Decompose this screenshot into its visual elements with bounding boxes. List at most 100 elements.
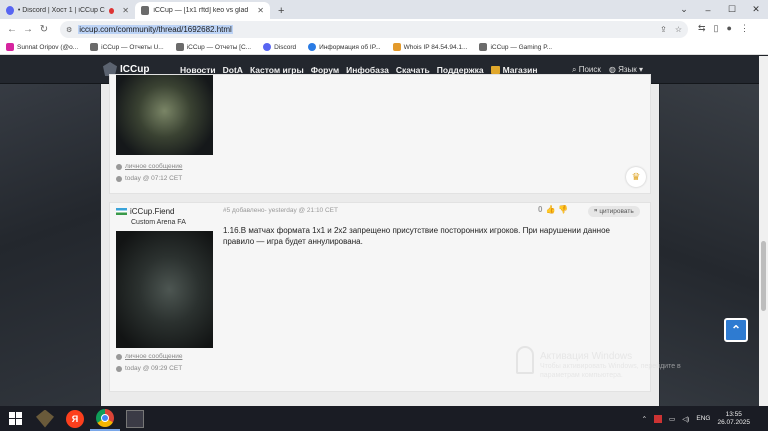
watermark-title: Активация Windows bbox=[540, 351, 633, 362]
star-icon[interactable]: ☆ bbox=[675, 25, 682, 34]
browser-tab-bar: • Discord | Хост 1 | iCCup Cu ✕ iCCup — … bbox=[0, 0, 768, 19]
volume-icon[interactable]: ◁) bbox=[682, 415, 689, 423]
quote-button[interactable]: ❞ цитировать bbox=[588, 206, 640, 217]
warcraft-icon bbox=[36, 409, 54, 428]
website-viewport: ICCup Новости DotA Кастом игры Форум Инф… bbox=[0, 56, 768, 406]
profile-icon[interactable]: ● bbox=[727, 23, 732, 34]
bookmark-icon bbox=[392, 43, 401, 51]
bookmark-label: Sunnat Oripov (@o... bbox=[17, 43, 79, 51]
post-info: #5 добавлено- yesterday @ 21:10 СЕТ bbox=[223, 207, 338, 214]
iccup-icon bbox=[90, 43, 99, 51]
bookmark-item[interactable]: iCCup — Отчеты U... bbox=[90, 43, 164, 51]
bookmark-item[interactable]: Информация об IP... bbox=[308, 43, 381, 51]
site-info-icon[interactable]: ⚙ bbox=[66, 26, 72, 34]
iccup-icon bbox=[479, 43, 488, 51]
scroll-to-top-button[interactable]: ⌃ bbox=[724, 318, 748, 342]
scrollbar-thumb[interactable] bbox=[761, 241, 766, 311]
pm-label: личное сообщение bbox=[125, 353, 183, 360]
yandex-icon: Я bbox=[66, 409, 84, 428]
recording-icon bbox=[109, 7, 115, 14]
chrome-icon bbox=[96, 408, 114, 427]
discord-icon bbox=[6, 6, 14, 15]
user-title: Custom Arena FA bbox=[131, 219, 186, 226]
clock[interactable]: 13:55 26.07.2025 bbox=[717, 411, 750, 427]
time-label: today @ 07:12 СЕТ bbox=[125, 175, 183, 182]
thumbs-down-icon[interactable]: 👎 bbox=[558, 205, 568, 214]
taskbar-app-yandex[interactable]: Я bbox=[60, 406, 90, 431]
page-scrollbar[interactable] bbox=[759, 56, 768, 406]
reload-icon[interactable]: ↻ bbox=[36, 24, 52, 35]
system-tray: ⌃ ▭ ◁) ENG 13:55 26.07.2025 bbox=[642, 411, 768, 427]
network-icon[interactable]: ▭ bbox=[669, 415, 675, 423]
language-label: Язык bbox=[618, 65, 637, 74]
post-author[interactable]: iCCup.Fiend bbox=[116, 207, 174, 216]
close-icon[interactable]: ✕ bbox=[122, 6, 129, 15]
bookmark-item[interactable]: Whois IP 84.54.94.1... bbox=[392, 43, 468, 51]
bookmark-item[interactable]: iCCup — Отчеты [C... bbox=[175, 43, 251, 51]
game-icon bbox=[126, 409, 144, 428]
post-time: today @ 09:29 СЕТ bbox=[116, 365, 182, 372]
new-tab-button[interactable]: + bbox=[270, 2, 292, 19]
time-label: today @ 09:29 СЕТ bbox=[125, 365, 183, 372]
address-bar: ← → ↻ ⚙ iccup.com/community/thread/16926… bbox=[0, 19, 768, 40]
url-field[interactable]: ⚙ iccup.com/community/thread/1692682.htm… bbox=[60, 21, 688, 38]
message-icon bbox=[116, 353, 122, 360]
taskbar-app-chrome[interactable] bbox=[90, 406, 120, 431]
url-text[interactable]: iccup.com/community/thread/1692682.html bbox=[78, 25, 233, 34]
post-votes: 0 👍 👎 bbox=[538, 205, 568, 214]
key-icon bbox=[516, 346, 534, 374]
bookmark-item[interactable]: Discord bbox=[263, 43, 296, 51]
minimize-icon[interactable]: – bbox=[696, 5, 720, 15]
search-icon: ⌕ bbox=[572, 65, 577, 74]
instagram-icon bbox=[6, 43, 14, 51]
pm-label: личное сообщение bbox=[125, 163, 183, 170]
tab-iccup[interactable]: iCCup — [1x1 rftd] keo vs glad ✕ bbox=[135, 2, 270, 19]
language-indicator[interactable]: ENG bbox=[696, 415, 710, 422]
clock-date: 26.07.2025 bbox=[717, 418, 750, 426]
tab-title: iCCup — [1x1 rftd] keo vs glad bbox=[153, 7, 249, 14]
bookmark-item[interactable]: iCCup — Gaming P... bbox=[479, 43, 552, 51]
bookmarks-bar: Sunnat Oripov (@o... iCCup — Отчеты U...… bbox=[0, 40, 768, 55]
back-icon[interactable]: ← bbox=[4, 24, 20, 35]
taskbar-app-warcraft[interactable] bbox=[30, 406, 60, 431]
forum-post: личное сообщение today @ 07:12 СЕТ ♛ bbox=[109, 74, 651, 194]
menu-icon[interactable]: ⋮ bbox=[740, 23, 749, 34]
start-button[interactable] bbox=[0, 406, 30, 431]
tab-discord[interactable]: • Discord | Хост 1 | iCCup Cu ✕ bbox=[0, 2, 135, 19]
thumbs-up-icon[interactable]: 👍 bbox=[545, 205, 555, 214]
user-avatar bbox=[116, 231, 213, 348]
bookmark-label: Информация об IP... bbox=[319, 43, 381, 51]
windows-activation-watermark: Активация Windows Чтобы активировать Win… bbox=[540, 351, 681, 380]
search-label: Поиск bbox=[578, 65, 601, 74]
bookmark-label: iCCup — Отчеты U... bbox=[101, 43, 164, 51]
post-body: 1.16.В матчах формата 1x1 и 2x2 запрещен… bbox=[223, 226, 610, 246]
chevron-down-icon: ▾ bbox=[639, 65, 644, 74]
post-time: today @ 07:12 СЕТ bbox=[116, 175, 182, 182]
bookmark-label: iCCup — Gaming P... bbox=[490, 43, 553, 51]
chevron-up-icon[interactable]: ⌃ bbox=[642, 415, 647, 423]
bookmark-item[interactable]: Sunnat Oripov (@o... bbox=[6, 43, 78, 51]
share-icon[interactable]: ⇪ bbox=[660, 25, 667, 34]
crown-icon[interactable]: ♛ bbox=[626, 167, 646, 187]
bookmark-label: Whois IP 84.54.94.1... bbox=[403, 43, 468, 51]
iccup-icon bbox=[175, 43, 184, 51]
app-tray-icon[interactable] bbox=[654, 414, 663, 423]
sidepanel-icon[interactable]: ▯ bbox=[714, 23, 719, 34]
iccup-icon bbox=[141, 6, 150, 15]
window-controls: ⌄ – ☐ ✕ bbox=[672, 0, 768, 19]
discord-icon bbox=[263, 43, 272, 51]
chevron-down-icon[interactable]: ⌄ bbox=[672, 4, 696, 15]
maximize-icon[interactable]: ☐ bbox=[720, 4, 744, 15]
forward-icon[interactable]: → bbox=[20, 24, 36, 35]
close-icon[interactable]: ✕ bbox=[744, 4, 768, 15]
windows-taskbar: Я ⌃ ▭ ◁) ENG 13:55 26.07.2025 bbox=[0, 406, 768, 431]
flag-icon bbox=[116, 208, 127, 215]
username[interactable]: iCCup.Fiend bbox=[130, 207, 174, 216]
private-message-link[interactable]: личное сообщение bbox=[116, 353, 182, 360]
watermark-line: параметрам компьютера. bbox=[540, 372, 623, 379]
close-icon[interactable]: ✕ bbox=[257, 6, 264, 15]
taskbar-app-game[interactable] bbox=[120, 406, 150, 431]
private-message-link[interactable]: личное сообщение bbox=[116, 163, 182, 170]
shop-icon bbox=[490, 66, 500, 74]
extension-icon[interactable]: ⇆ bbox=[698, 23, 706, 34]
